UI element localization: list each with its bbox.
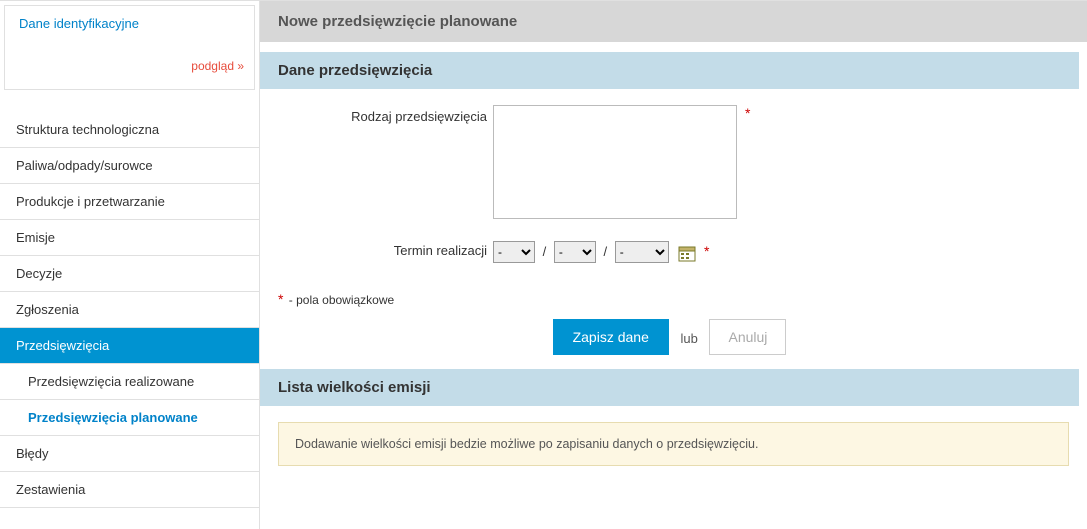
nav-label: Paliwa/odpady/surowce: [16, 158, 153, 173]
nav-sub-label: Przedsięwzięcia realizowane: [28, 374, 194, 389]
ident-block: Dane identyfikacyjne podgląd »: [4, 5, 255, 90]
day-select[interactable]: -: [493, 241, 535, 263]
required-mark: *: [278, 291, 283, 307]
info-text: Dodawanie wielkości emisji bedzie możliw…: [295, 437, 758, 451]
form-area: Rodzaj przedsięwzięcia * Termin realizac…: [260, 89, 1087, 291]
section-data-title: Dane przedsięwzięcia: [260, 52, 1079, 89]
save-button[interactable]: Zapisz dane: [553, 319, 669, 355]
nav-label: Struktura technologiczna: [16, 122, 159, 137]
row-rodzaj: Rodzaj przedsięwzięcia *: [278, 105, 1069, 219]
nav-item-reports[interactable]: Zestawienia: [0, 472, 259, 508]
nav-label: Zestawienia: [16, 482, 85, 497]
page-title: Nowe przedsięwzięcie planowane: [260, 1, 1087, 42]
nav-item-decisions[interactable]: Decyzje: [0, 256, 259, 292]
date-sep: /: [604, 244, 608, 259]
label-rodzaj: Rodzaj przedsięwzięcia: [278, 105, 493, 124]
ident-title: Dane identyfikacyjne: [19, 16, 244, 31]
required-mark: *: [745, 105, 750, 121]
date-controls: - / - / - *: [493, 241, 709, 263]
info-box: Dodawanie wielkości emisji bedzie możliw…: [278, 422, 1069, 466]
nav-label: Produkcje i przetwarzanie: [16, 194, 165, 209]
nav-sub-label: Przedsięwzięcia planowane: [28, 410, 198, 425]
required-mark: *: [704, 243, 709, 259]
calendar-icon[interactable]: [678, 244, 696, 262]
required-note: * - pola obowiązkowe: [278, 291, 1069, 307]
nav: Struktura technologiczna Paliwa/odpady/s…: [0, 112, 259, 508]
section-emissions-title: Lista wielkości emisji: [260, 369, 1079, 406]
nav-sub-realized[interactable]: Przedsięwzięcia realizowane: [0, 364, 259, 400]
nav-label: Zgłoszenia: [16, 302, 79, 317]
cancel-button[interactable]: Anuluj: [709, 319, 786, 355]
main-content: Nowe przedsięwzięcie planowane Dane prze…: [260, 1, 1087, 529]
nav-item-productions[interactable]: Produkcje i przetwarzanie: [0, 184, 259, 220]
nav-item-fuels[interactable]: Paliwa/odpady/surowce: [0, 148, 259, 184]
nav-item-structure[interactable]: Struktura technologiczna: [0, 112, 259, 148]
nav-label: Emisje: [16, 230, 55, 245]
nav-label: Decyzje: [16, 266, 62, 281]
row-termin: Termin realizacji - / - / -: [278, 241, 1069, 263]
actions-bar: Zapisz dane lub Anuluj: [260, 319, 1079, 355]
nav-item-projects[interactable]: Przedsięwzięcia: [0, 328, 259, 364]
date-sep: /: [543, 244, 547, 259]
year-select[interactable]: -: [615, 241, 669, 263]
nav-item-errors[interactable]: Błędy: [0, 436, 259, 472]
required-note-text: - pola obowiązkowe: [285, 293, 394, 307]
month-select[interactable]: -: [554, 241, 596, 263]
label-termin: Termin realizacji: [278, 241, 493, 258]
preview-link[interactable]: podgląd »: [19, 59, 244, 73]
sidebar: Dane identyfikacyjne podgląd » Struktura…: [0, 1, 260, 529]
rodzaj-textarea[interactable]: [493, 105, 737, 219]
nav-label: Błędy: [16, 446, 49, 461]
nav-label: Przedsięwzięcia: [16, 338, 109, 353]
nav-item-notifications[interactable]: Zgłoszenia: [0, 292, 259, 328]
or-label: lub: [681, 331, 698, 346]
nav-sub-planned[interactable]: Przedsięwzięcia planowane: [0, 400, 259, 436]
nav-item-emissions[interactable]: Emisje: [0, 220, 259, 256]
